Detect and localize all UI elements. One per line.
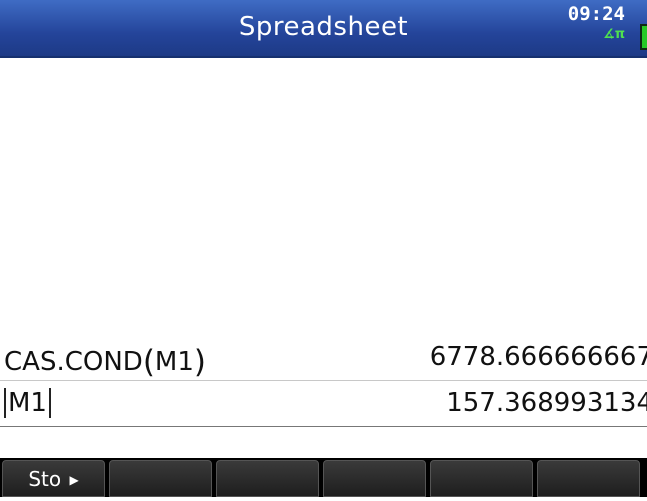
softkey-4[interactable] [323, 460, 426, 497]
angle-mode-indicator: ∡π [603, 27, 625, 42]
clock: 09:24 [567, 3, 625, 25]
function-name: CAS.COND [4, 347, 143, 377]
softkey-2[interactable] [109, 460, 212, 497]
softkey-bar: Sto ▶ [0, 458, 647, 497]
close-paren: ) [193, 344, 207, 380]
open-paren: ( [142, 344, 155, 380]
battery-icon [640, 24, 647, 50]
function-argument: M1 [154, 347, 194, 377]
edit-input[interactable]: M1 [4, 388, 51, 418]
edit-line[interactable]: M1 157.368993134 [0, 382, 647, 427]
history-input: CAS.COND(M1) [4, 342, 207, 380]
right-triangle-icon: ▶ [69, 473, 79, 487]
softkey-5[interactable] [430, 460, 533, 497]
title-bar: Spreadsheet 09:24 ∡π [0, 0, 647, 58]
sto-button[interactable]: Sto ▶ [2, 460, 105, 497]
sto-label: Sto [28, 467, 62, 491]
softkey-3[interactable] [216, 460, 319, 497]
softkey-6[interactable] [537, 460, 640, 497]
app-title: Spreadsheet [238, 12, 409, 42]
preview-result: 157.368993134 [446, 388, 647, 418]
edit-box[interactable]: M1 [4, 388, 51, 418]
history-entry[interactable]: CAS.COND(M1) 6778.666666667 [0, 338, 647, 381]
history-result: 6778.666666667 [429, 342, 647, 372]
